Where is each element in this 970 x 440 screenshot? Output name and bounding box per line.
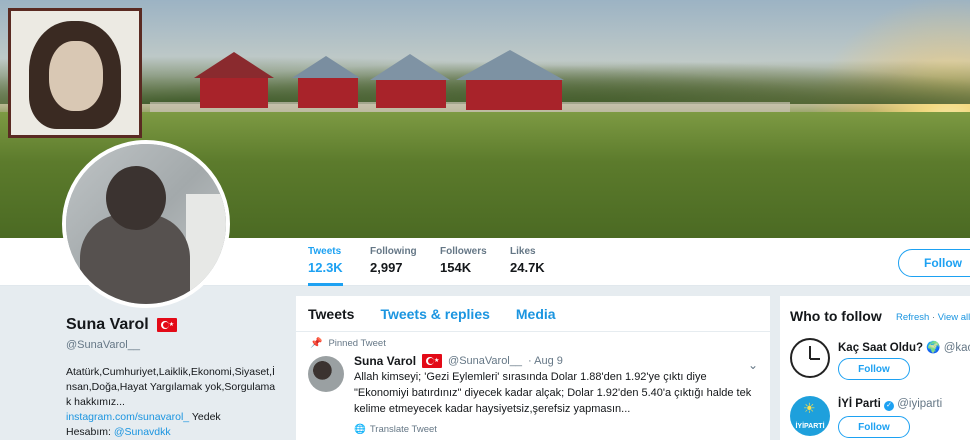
tab-media[interactable]: Media [516, 306, 556, 322]
profile-bio: Atatürk,Cumhuriyet,Laiklik,Ekonomi,Siyas… [66, 365, 278, 440]
profile-handle[interactable]: @SunaVarol__ [66, 339, 278, 351]
stat-label: Following [370, 246, 417, 257]
tweet-header: Suna Varol ★ @SunaVarol__ · Aug 9 [354, 354, 563, 368]
follow-button[interactable]: Follow [898, 249, 970, 277]
pin-icon: 📌 [310, 338, 323, 349]
backup-handle-link[interactable]: @Sunavdkk [114, 426, 171, 438]
suggestion-item: İYİPARTİ İYİ Parti ✓ @iyiparti Follow [790, 396, 970, 440]
barn-roof [292, 56, 360, 78]
suggestion-handle: @kacsa [943, 342, 970, 354]
barn-roof [456, 50, 564, 80]
stat-tweets[interactable]: Tweets 12.3K [308, 246, 343, 286]
turkey-flag-icon: ★ [422, 354, 443, 368]
tab-tweets-replies[interactable]: Tweets & replies [380, 306, 489, 322]
follow-button[interactable]: Follow [838, 358, 910, 380]
stat-value: 24.7K [510, 260, 545, 275]
translate-tweet[interactable]: 🌐 Translate Tweet [354, 424, 437, 435]
suggestion-name[interactable]: İYİ Parti [838, 398, 881, 410]
tweet-date[interactable]: · Aug 9 [528, 355, 563, 367]
bio-tail: Yedek [189, 411, 221, 423]
barn [298, 78, 358, 108]
turkey-flag-icon: ★ [156, 318, 177, 332]
stat-following[interactable]: Following 2,997 [370, 246, 417, 277]
suggestion-name[interactable]: Kaç Saat Oldu? [838, 342, 923, 354]
barn [466, 80, 562, 110]
verified-badge-icon: ✓ [884, 401, 895, 411]
tweet-author-name[interactable]: Suna Varol [354, 354, 416, 368]
clock-icon[interactable] [790, 338, 830, 378]
refresh-link[interactable]: Refresh [896, 312, 929, 323]
profile-name[interactable]: Suna Varol [66, 316, 149, 334]
barn-roof [194, 52, 274, 78]
suggestion-handle: @iyiparti [897, 398, 943, 410]
bio-text: Atatürk,Cumhuriyet,Laiklik,Ekonomi,Siyas… [66, 366, 276, 408]
profile-name-row: Suna Varol ★ [66, 316, 278, 334]
translate-label: Translate Tweet [369, 424, 437, 435]
pinned-label: Pinned Tweet [328, 338, 386, 349]
stat-value: 12.3K [308, 260, 343, 275]
stat-value: 154K [440, 260, 472, 275]
who-to-follow-title: Who to follow [790, 308, 882, 324]
tweet-author-handle[interactable]: @SunaVarol__ [448, 355, 522, 367]
barn-roof [370, 54, 450, 80]
timeline-tabs: Tweets Tweets & replies Media [296, 296, 770, 332]
barn [200, 78, 268, 108]
suggestion-name-row: Kaç Saat Oldu? 🌍 @kacsa [838, 340, 970, 354]
stat-label: Likes [510, 246, 536, 257]
globe-icon: 🌐 [354, 424, 366, 435]
tweet-avatar[interactable] [308, 356, 344, 392]
stat-label: Tweets [308, 246, 342, 257]
avatar[interactable] [62, 140, 230, 308]
framed-portrait [8, 8, 142, 138]
view-all-link[interactable]: View all [938, 312, 970, 323]
barn [376, 80, 446, 108]
backup-label: Hesabım: [66, 426, 114, 438]
suggestion-name-row: İYİ Parti ✓ @iyiparti [838, 398, 942, 411]
globe-icon: 🌍 [926, 342, 941, 354]
timeline: Tweets Tweets & replies Media 📌 Pinned T… [296, 296, 770, 440]
profile-card: Suna Varol ★ @SunaVarol__ Atatürk,Cumhur… [66, 316, 278, 440]
who-to-follow-panel: Who to follow Refresh · View all Kaç Saa… [780, 296, 970, 440]
stat-label: Followers [440, 246, 487, 257]
iyi-parti-logo[interactable]: İYİPARTİ [790, 396, 830, 436]
separator: · [929, 312, 938, 323]
stat-value: 2,997 [370, 260, 403, 275]
bio-link[interactable]: instagram.com/sunavarol_ [66, 411, 189, 423]
tweet-text: Allah kimseyi; 'Gezi Eylemleri' sırasınd… [354, 371, 752, 415]
follow-button[interactable]: Follow [838, 416, 910, 438]
tab-tweets[interactable]: Tweets [308, 306, 354, 322]
stat-likes[interactable]: Likes 24.7K [510, 246, 545, 277]
pinned-indicator: 📌 Pinned Tweet [310, 338, 386, 349]
stat-followers[interactable]: Followers 154K [440, 246, 487, 277]
suggestion-item: Kaç Saat Oldu? 🌍 @kacsa Follow [790, 338, 970, 382]
who-to-follow-actions: Refresh · View all [896, 312, 970, 323]
